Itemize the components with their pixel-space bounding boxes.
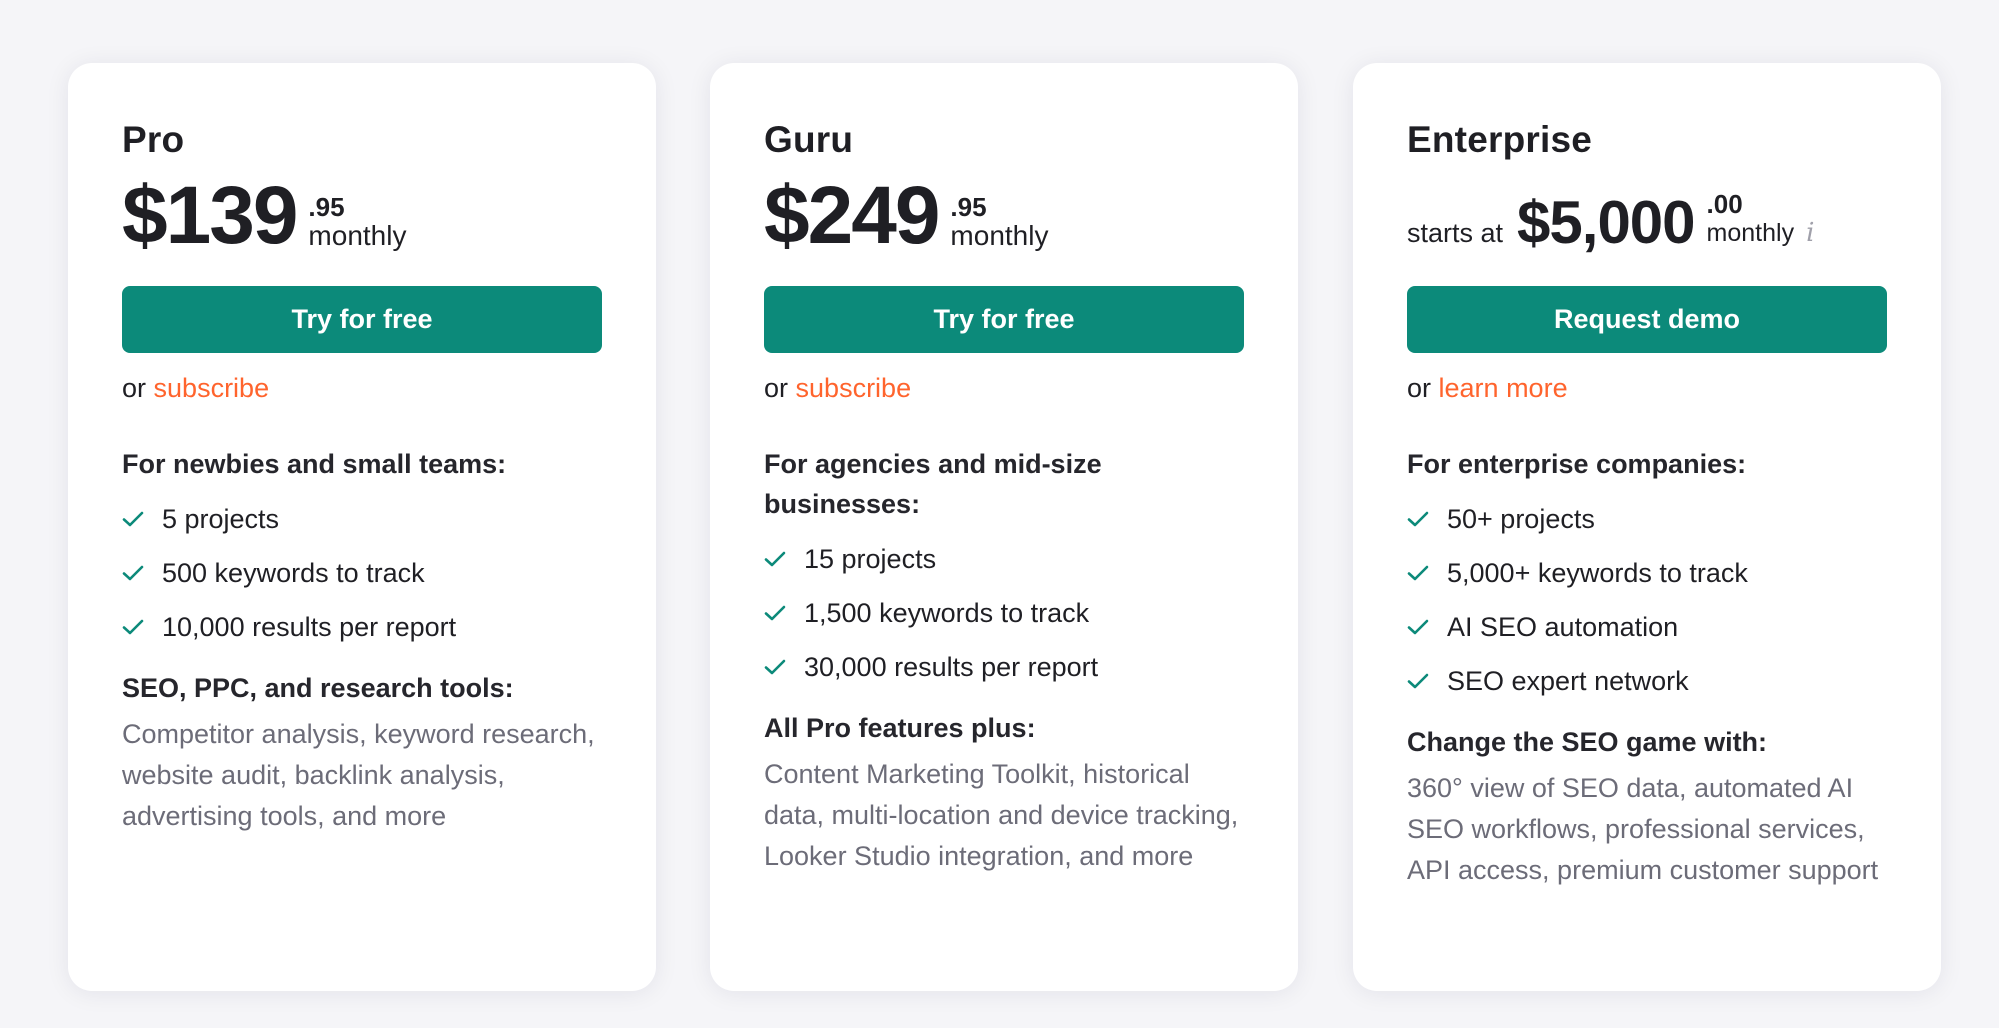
- audience-heading: For enterprise companies:: [1407, 449, 1747, 479]
- feature-text: 500 keywords to track: [162, 557, 425, 588]
- price-amount: $249: [764, 170, 940, 261]
- alt-prefix: or: [1407, 373, 1432, 403]
- price: $249 .95 monthly: [764, 169, 1243, 261]
- features-plus-heading: All Pro features plus:: [764, 713, 1036, 743]
- price-prefix: starts at: [1407, 218, 1504, 248]
- check-icon: [1407, 618, 1447, 636]
- plan-description: Content Marketing Toolkit, historical da…: [764, 759, 1239, 871]
- check-icon: [122, 618, 162, 636]
- feature-text: 5,000+ keywords to track: [1447, 557, 1748, 588]
- try-for-free-button[interactable]: Try for free: [122, 286, 602, 353]
- price-cents: .95: [950, 192, 987, 222]
- try-for-free-button[interactable]: Try for free: [764, 286, 1244, 353]
- feature-item: 500 keywords to track: [122, 546, 601, 600]
- plan-name: Enterprise: [1407, 119, 1593, 160]
- feature-text: 10,000 results per report: [162, 611, 457, 642]
- feature-item: 50+ projects: [1407, 492, 1886, 546]
- learn-more-link[interactable]: learn more: [1439, 373, 1568, 403]
- plan-description: Competitor analysis, keyword research, w…: [122, 719, 595, 831]
- price-cents: .95: [308, 192, 345, 222]
- plan-name: Pro: [122, 119, 185, 160]
- feature-list: 5 projects 500 keywords to track 10,000 …: [122, 492, 601, 654]
- price-amount: $5,000: [1517, 189, 1696, 256]
- feature-item: SEO expert network: [1407, 654, 1886, 708]
- price-period: monthly: [950, 220, 1049, 251]
- feature-item: 1,500 keywords to track: [764, 586, 1243, 640]
- alt-prefix: or: [764, 373, 789, 403]
- feature-text: 5 projects: [162, 503, 280, 534]
- price: $139 .95 monthly: [122, 169, 601, 261]
- plan-name: Guru: [764, 119, 854, 160]
- feature-item: 15 projects: [764, 532, 1243, 586]
- alt-action: or subscribe: [122, 370, 601, 406]
- feature-list: 50+ projects 5,000+ keywords to track AI…: [1407, 492, 1886, 708]
- price: starts at $5,000 .00 monthly i: [1407, 169, 1886, 261]
- check-icon: [764, 550, 804, 568]
- game-changer-heading: Change the SEO game with:: [1407, 727, 1768, 757]
- feature-item: 10,000 results per report: [122, 600, 601, 654]
- check-icon: [1407, 564, 1447, 582]
- feature-item: 5 projects: [122, 492, 601, 546]
- alt-action: or subscribe: [764, 370, 1243, 406]
- feature-text: AI SEO automation: [1447, 611, 1679, 642]
- price-period: monthly: [308, 220, 407, 251]
- alt-action: or learn more: [1407, 370, 1886, 406]
- alt-prefix: or: [122, 373, 147, 403]
- subscribe-link[interactable]: subscribe: [796, 373, 912, 403]
- pricing-plans: Pro $139 .95 monthly Try for free or sub…: [0, 0, 1999, 1028]
- feature-list: 15 projects 1,500 keywords to track 30,0…: [764, 532, 1243, 694]
- feature-item: 30,000 results per report: [764, 640, 1243, 694]
- plan-card-guru: Guru $249 .95 monthly Try for free or su…: [710, 63, 1298, 991]
- audience-heading: For newbies and small teams:: [122, 449, 507, 479]
- check-icon: [1407, 510, 1447, 528]
- price-period: monthly: [1706, 219, 1795, 247]
- tools-heading: SEO, PPC, and research tools:: [122, 673, 514, 703]
- check-icon: [764, 658, 804, 676]
- info-icon[interactable]: i: [1806, 218, 1814, 248]
- plan-description: 360° view of SEO data, automated AI SEO …: [1407, 773, 1879, 885]
- price-amount: $139: [122, 170, 298, 261]
- price-cents: .00: [1706, 189, 1743, 219]
- feature-text: 1,500 keywords to track: [804, 597, 1090, 628]
- plan-card-pro: Pro $139 .95 monthly Try for free or sub…: [68, 63, 656, 991]
- check-icon: [764, 604, 804, 622]
- feature-text: 30,000 results per report: [804, 651, 1099, 682]
- feature-text: 50+ projects: [1447, 503, 1595, 534]
- feature-text: SEO expert network: [1447, 665, 1689, 696]
- feature-item: 5,000+ keywords to track: [1407, 546, 1886, 600]
- check-icon: [122, 564, 162, 582]
- plan-card-enterprise: Enterprise starts at $5,000 .00 monthly …: [1353, 63, 1941, 991]
- check-icon: [1407, 672, 1447, 690]
- audience-heading: For agencies and mid-size businesses:: [764, 449, 1102, 519]
- check-icon: [122, 510, 162, 528]
- request-demo-button[interactable]: Request demo: [1407, 286, 1887, 353]
- feature-item: AI SEO automation: [1407, 600, 1886, 654]
- feature-text: 15 projects: [804, 543, 937, 574]
- subscribe-link[interactable]: subscribe: [154, 373, 270, 403]
